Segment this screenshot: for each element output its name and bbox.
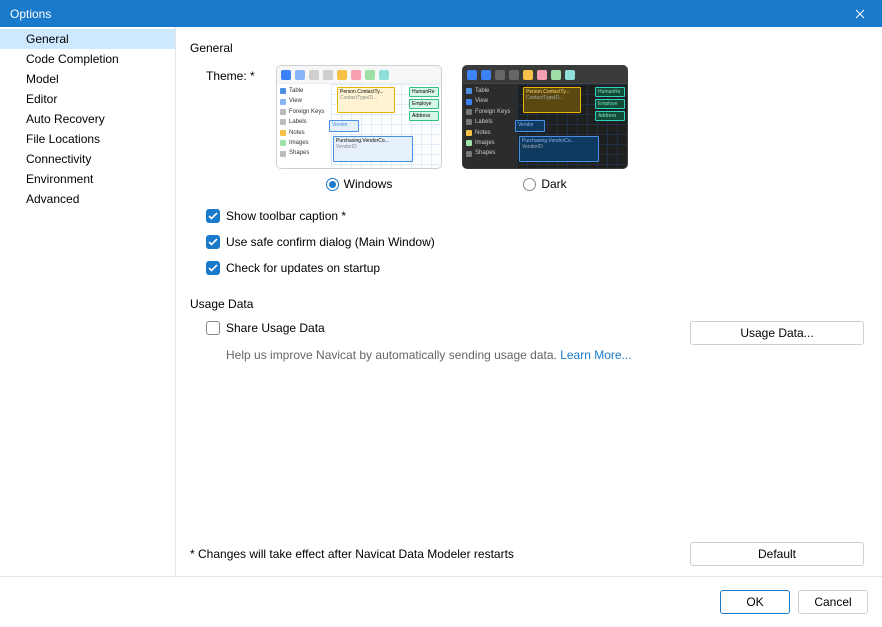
title-bar: Options: [0, 0, 882, 27]
button-label: Usage Data...: [740, 326, 813, 340]
content-pane: General Theme: *: [176, 27, 882, 576]
check-icon: [208, 264, 218, 272]
sidebar-item-label: Code Completion: [26, 52, 119, 66]
sidebar-item-file-locations[interactable]: File Locations: [0, 129, 175, 149]
theme-preview-dark: Table View Foreign Keys Labels Notes Ima…: [462, 65, 628, 169]
usage-hint: Help us improve Navicat by automatically…: [226, 348, 864, 362]
checkbox-label: Check for updates on startup: [226, 261, 380, 275]
default-button[interactable]: Default: [690, 542, 864, 566]
check-icon: [208, 212, 218, 220]
sidebar-item-label: General: [26, 32, 69, 46]
sidebar-item-general[interactable]: General: [0, 29, 175, 49]
window-title: Options: [10, 7, 51, 21]
theme-option-dark[interactable]: Table View Foreign Keys Labels Notes Ima…: [462, 65, 628, 191]
sidebar-item-connectivity[interactable]: Connectivity: [0, 149, 175, 169]
theme-radio-label: Dark: [541, 177, 566, 191]
dialog-button-bar: OK Cancel: [0, 577, 882, 626]
section-title-usage: Usage Data: [190, 297, 864, 311]
checkbox-safe-confirm[interactable]: [206, 235, 220, 249]
checkbox-label: Show toolbar caption *: [226, 209, 346, 223]
restart-note: * Changes will take effect after Navicat…: [190, 547, 514, 561]
theme-label: Theme: *: [206, 65, 276, 83]
learn-more-link[interactable]: Learn More...: [560, 348, 631, 362]
checkbox-label: Share Usage Data: [226, 321, 325, 335]
sidebar-item-model[interactable]: Model: [0, 69, 175, 89]
theme-preview-windows: Table View Foreign Keys Labels Notes Ima…: [276, 65, 442, 169]
button-label: Default: [758, 547, 796, 561]
checkbox-label: Use safe confirm dialog (Main Window): [226, 235, 435, 249]
close-icon: [855, 9, 865, 19]
checkbox-check-updates[interactable]: [206, 261, 220, 275]
sidebar-item-label: Auto Recovery: [26, 112, 105, 126]
sidebar-item-label: Editor: [26, 92, 57, 106]
sidebar-item-label: Environment: [26, 172, 93, 186]
sidebar-item-auto-recovery[interactable]: Auto Recovery: [0, 109, 175, 129]
button-label: OK: [746, 595, 763, 609]
sidebar-item-label: Model: [26, 72, 59, 86]
theme-radio-windows[interactable]: [326, 178, 339, 191]
section-title-general: General: [190, 41, 864, 55]
close-button[interactable]: [837, 0, 882, 27]
checkbox-toolbar-caption[interactable]: [206, 209, 220, 223]
theme-radio-dark[interactable]: [523, 178, 536, 191]
sidebar-item-label: Advanced: [26, 192, 79, 206]
sidebar-item-editor[interactable]: Editor: [0, 89, 175, 109]
sidebar: General Code Completion Model Editor Aut…: [0, 27, 176, 576]
check-icon: [208, 238, 218, 246]
sidebar-item-advanced[interactable]: Advanced: [0, 189, 175, 209]
sidebar-item-label: Connectivity: [26, 152, 91, 166]
sidebar-item-environment[interactable]: Environment: [0, 169, 175, 189]
button-label: Cancel: [814, 595, 851, 609]
usage-data-button[interactable]: Usage Data...: [690, 321, 864, 345]
sidebar-item-label: File Locations: [26, 132, 100, 146]
sidebar-item-code-completion[interactable]: Code Completion: [0, 49, 175, 69]
ok-button[interactable]: OK: [720, 590, 790, 614]
theme-option-windows[interactable]: Table View Foreign Keys Labels Notes Ima…: [276, 65, 442, 191]
cancel-button[interactable]: Cancel: [798, 590, 868, 614]
theme-radio-label: Windows: [344, 177, 393, 191]
checkbox-share-usage[interactable]: [206, 321, 220, 335]
